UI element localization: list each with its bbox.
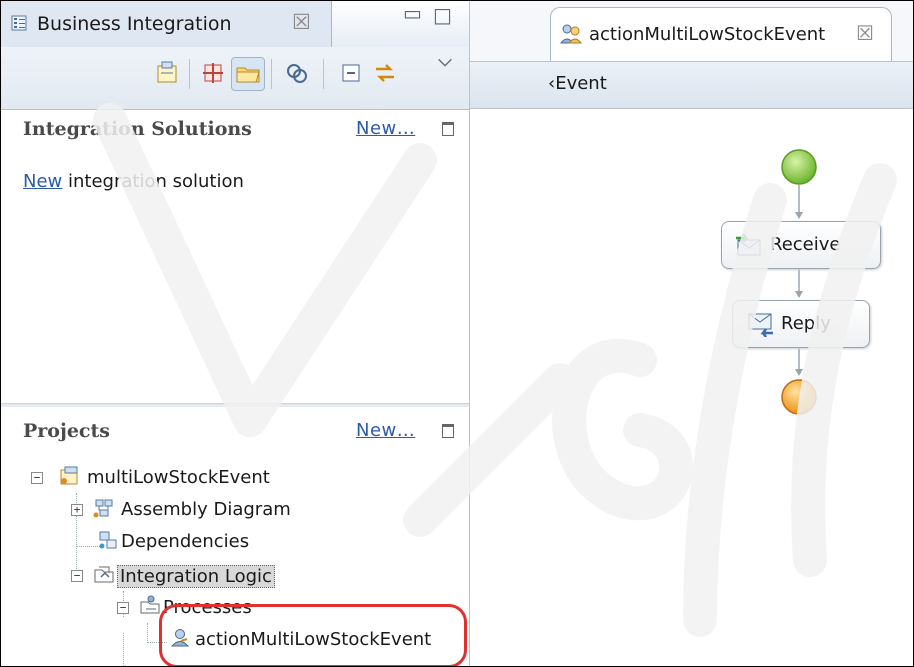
tree-label: Assembly Diagram	[121, 499, 291, 520]
process-editor: actionMultiLowStockEvent ☒ ‹Event Receiv…	[470, 1, 913, 666]
open-type-icon	[157, 61, 177, 83]
close-icon[interactable]: ☒	[856, 21, 874, 45]
integration-logic-icon	[94, 566, 114, 583]
receive-icon	[736, 233, 761, 256]
section-title: Integration Solutions	[23, 118, 252, 140]
link-icon	[287, 64, 307, 83]
tree-label: multiLowStockEvent	[87, 467, 270, 488]
section-title: Projects	[23, 420, 110, 442]
tree-label: Integration Logic	[117, 565, 275, 588]
end-node-icon[interactable]	[780, 378, 818, 416]
collapse-icon[interactable]: −	[31, 472, 43, 484]
project-icon	[60, 466, 78, 485]
collapse-all-button[interactable]	[335, 57, 367, 89]
minimize-icon[interactable]: ▭	[403, 1, 422, 25]
grid-button[interactable]	[197, 57, 229, 89]
grid-icon	[203, 63, 223, 83]
collapse-icon[interactable]: −	[71, 570, 83, 582]
maximize-icon[interactable]	[442, 122, 454, 136]
section-divider[interactable]	[1, 403, 469, 407]
new-solution-inline-link[interactable]: New	[23, 171, 62, 192]
start-node-icon[interactable]	[780, 148, 818, 186]
new-project-link[interactable]: New…	[356, 420, 415, 441]
editor-tab-title: actionMultiLowStockEvent	[589, 24, 826, 45]
view-toolbar	[1, 47, 469, 110]
activity-label: Receive	[770, 234, 841, 255]
window-frame: Business Integration ☒ ▭ □ Integration S…	[0, 0, 914, 667]
view-tab-bar: Business Integration ☒ ▭ □	[1, 1, 469, 48]
new-solution-text: integration solution	[62, 171, 244, 192]
sync-icon	[376, 64, 394, 82]
flow-connections	[795, 185, 803, 376]
breadcrumb[interactable]: ‹Event	[470, 61, 913, 109]
view-menu-icon	[438, 58, 452, 67]
new-solution-message: New integration solution	[23, 171, 244, 192]
tree-label: Dependencies	[121, 531, 250, 552]
activity-label: Reply	[781, 313, 831, 334]
breadcrumb-text: ‹Event	[548, 73, 607, 94]
dependencies-icon	[99, 531, 117, 549]
editor-tab-bar: actionMultiLowStockEvent ☒	[470, 1, 913, 62]
view-menu-button[interactable]	[435, 53, 455, 73]
business-integration-view: Business Integration ☒ ▭ □ Integration S…	[1, 1, 470, 666]
tab-process-editor[interactable]: actionMultiLowStockEvent ☒	[550, 7, 892, 62]
receive-activity[interactable]: Receive	[721, 221, 881, 269]
process-canvas[interactable]: Receive Reply	[470, 108, 913, 666]
close-icon[interactable]: ☒	[292, 10, 311, 34]
folder-button[interactable]	[231, 57, 265, 91]
expand-icon[interactable]: +	[71, 504, 83, 516]
reply-activity[interactable]: Reply	[732, 300, 870, 348]
new-solution-link[interactable]: New…	[356, 118, 415, 139]
projects-header: Projects New…	[1, 415, 469, 451]
open-type-button[interactable]	[151, 57, 183, 89]
maximize-icon[interactable]	[442, 424, 454, 438]
business-integration-icon	[11, 15, 27, 31]
collapse-all-icon	[342, 64, 360, 82]
maximize-icon[interactable]: □	[433, 3, 452, 27]
processes-folder-icon	[140, 595, 160, 614]
business-process-icon	[559, 24, 583, 44]
link-button[interactable]	[281, 57, 313, 89]
highlight-callout	[159, 604, 467, 666]
assembly-diagram-icon	[93, 499, 113, 518]
view-tab-title: Business Integration	[37, 13, 232, 35]
integration-solutions-header: Integration Solutions New…	[1, 113, 469, 149]
collapse-icon[interactable]: −	[117, 602, 129, 614]
folder-icon	[236, 67, 260, 83]
reply-icon	[748, 313, 773, 337]
sync-button[interactable]	[369, 57, 401, 89]
tab-business-integration[interactable]: Business Integration ☒	[1, 1, 332, 47]
